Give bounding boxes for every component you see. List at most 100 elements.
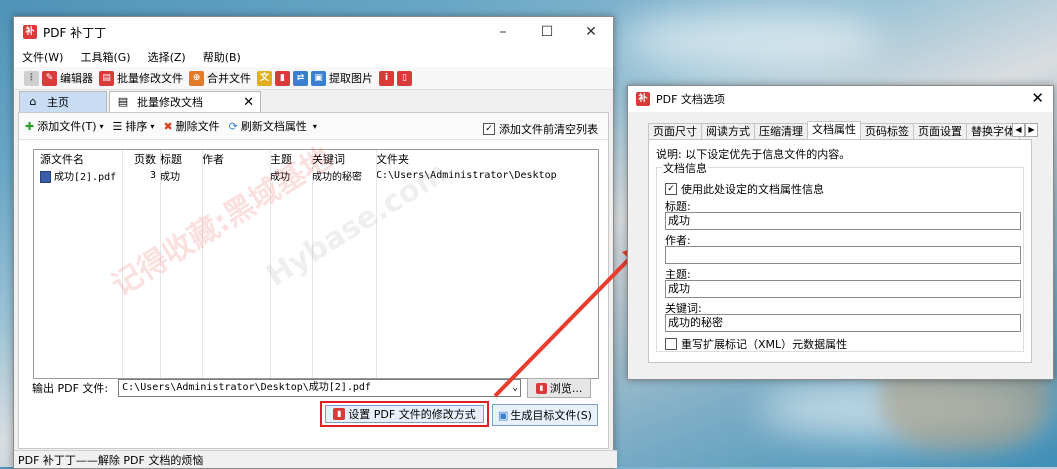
- add-file-button[interactable]: ✚ 添加文件(T) ▾: [25, 118, 104, 134]
- document-info-group: 文档信息 ✓ 使用此处设定的文档属性信息 标题: 成功 作者: 主题: 成功 关…: [656, 160, 1024, 352]
- bookmark-icon[interactable]: ▮: [275, 70, 290, 86]
- set-modify-mode-button[interactable]: ▮ 设置 PDF 文件的修改方式: [320, 401, 489, 427]
- plus-icon: ✚: [25, 119, 35, 133]
- clear-before-add-label: 添加文件前清空列表: [499, 123, 598, 136]
- options-title-bar[interactable]: 补 PDF 文档选项 ✕: [628, 86, 1053, 112]
- app-logo-icon: 补: [636, 92, 650, 106]
- extract-images-label: 提取图片: [329, 72, 373, 85]
- pdf-info-icon[interactable]: i: [379, 70, 394, 86]
- column-header-subject[interactable]: 主题: [270, 151, 312, 167]
- title-bar[interactable]: 补 PDF 补丁丁 – ☐ ✕: [14, 17, 613, 47]
- column-header-folder[interactable]: 文件夹: [376, 151, 576, 167]
- sort-button[interactable]: ☰ 排序 ▾: [113, 118, 155, 134]
- scroll-left-icon[interactable]: ◀: [1012, 123, 1025, 137]
- list-header: 源文件名 页数 标题 作者 主题 关键词 文件夹: [34, 150, 598, 167]
- refresh-properties-button[interactable]: ⟳ 刷新文档属性 ▾: [229, 118, 317, 134]
- checkbox-checked-icon[interactable]: ✓: [483, 123, 495, 135]
- tab-home-label: 主页: [47, 96, 69, 109]
- status-text: PDF 补丁丁——解除 PDF 文档的烦恼: [18, 453, 204, 467]
- options-close-button[interactable]: ✕: [1031, 89, 1044, 107]
- scroll-right-icon[interactable]: ▶: [1025, 123, 1038, 137]
- clear-before-add-option[interactable]: ✓ 添加文件前清空列表: [483, 121, 598, 137]
- status-bar: PDF 补丁丁——解除 PDF 文档的烦恼: [14, 450, 617, 468]
- column-header-title[interactable]: 标题: [160, 151, 202, 167]
- chevron-down-icon[interactable]: ⌄: [512, 380, 518, 396]
- subject-field[interactable]: 成功: [665, 280, 1021, 298]
- tab-page-labels[interactable]: 页码标签: [860, 123, 914, 139]
- title-value: 成功: [668, 214, 690, 227]
- merge-icon: ⊕: [189, 70, 204, 86]
- tab-document-properties[interactable]: 文档属性: [807, 121, 861, 139]
- pdf-split-icon[interactable]: ▯: [397, 70, 412, 86]
- tab-reading-mode[interactable]: 阅读方式: [701, 123, 755, 139]
- cell-filename-text: 成功[2].pdf: [54, 172, 117, 183]
- image-icon: ▣: [311, 70, 326, 86]
- merge-label: 合并文件: [207, 72, 251, 85]
- ocr-icon[interactable]: 文: [257, 70, 272, 86]
- tab-scroll: ◀ ▶: [1012, 123, 1038, 137]
- menu-file[interactable]: 文件(W): [22, 49, 63, 65]
- output-label: 输出 PDF 文件:: [32, 382, 109, 395]
- cell-title: 成功: [160, 172, 180, 183]
- generate-target-label: 生成目标文件(S): [510, 409, 592, 422]
- checkbox-checked-icon[interactable]: ✓: [665, 183, 677, 195]
- keywords-field[interactable]: 成功的秘密: [665, 314, 1021, 332]
- column-header-pages[interactable]: 页数: [122, 151, 160, 167]
- tab-home[interactable]: ⌂ 主页: [19, 91, 107, 112]
- tab-page-settings[interactable]: 页面设置: [913, 123, 967, 139]
- menu-bar: 文件(W) 工具箱(G) 选择(Z) 帮助(B): [14, 47, 613, 67]
- batch-modify-icon: ▤: [99, 70, 114, 86]
- pdf-icon: ▮: [535, 382, 547, 394]
- cell-subject: 成功: [270, 172, 290, 183]
- cell-filename: 成功[2].pdf: [34, 168, 122, 183]
- rewrite-xmp-option[interactable]: 重写扩展标记（XML）元数据属性: [665, 336, 847, 352]
- output-row: 输出 PDF 文件: C:\Users\Administrator\Deskto…: [32, 378, 592, 398]
- column-header-author[interactable]: 作者: [202, 151, 270, 167]
- browse-button[interactable]: ▮ 浏览...: [527, 378, 592, 398]
- column-divider: [202, 150, 203, 378]
- column-header-keywords[interactable]: 关键词: [312, 151, 376, 167]
- close-button[interactable]: ✕: [569, 17, 613, 47]
- chevron-down-icon: ▾: [99, 121, 104, 131]
- rewrite-xmp-label: 重写扩展标记（XML）元数据属性: [681, 338, 848, 351]
- menu-select[interactable]: 选择(Z): [148, 49, 186, 65]
- author-field[interactable]: [665, 246, 1021, 264]
- chevron-down-icon: ▾: [312, 121, 317, 131]
- use-settings-option[interactable]: ✓ 使用此处设定的文档属性信息: [665, 181, 824, 197]
- tab-page-size[interactable]: 页面尺寸: [648, 123, 702, 139]
- tab-batch-modify[interactable]: ▤ 批量修改文档 ✕: [109, 91, 261, 112]
- editor-button[interactable]: ✎ 编辑器: [42, 70, 93, 86]
- delete-file-label: 删除文件: [175, 120, 220, 133]
- document-properties-panel: 说明: 以下设定优先于信息文件的内容。 文档信息 ✓ 使用此处设定的文档属性信息…: [648, 139, 1032, 363]
- menu-tools[interactable]: 工具箱(G): [80, 49, 130, 65]
- refresh-label: 刷新文档属性: [240, 120, 307, 133]
- merge-button[interactable]: ⊕ 合并文件: [189, 70, 251, 86]
- generate-target-button[interactable]: ▣ 生成目标文件(S): [492, 404, 598, 426]
- file-list[interactable]: 源文件名 页数 标题 作者 主题 关键词 文件夹 成功[2].pdf 3 成功 …: [33, 149, 599, 379]
- extract-images-button[interactable]: ▣ 提取图片: [311, 70, 373, 86]
- batch-modify-button[interactable]: ▤ 批量修改文件: [99, 70, 183, 86]
- column-divider: [376, 150, 377, 378]
- browse-label: 浏览...: [549, 382, 583, 395]
- convert-icon[interactable]: ⇄: [293, 70, 308, 86]
- cell-keywords: 成功的秘密: [312, 172, 362, 183]
- tab-close-icon[interactable]: ✕: [243, 95, 254, 110]
- table-row[interactable]: 成功[2].pdf 3 成功 成功 成功的秘密 C:\Users\Adminis…: [34, 167, 598, 184]
- title-field[interactable]: 成功: [665, 212, 1021, 230]
- set-modify-mode-label: 设置 PDF 文件的修改方式: [348, 408, 476, 421]
- minimize-button[interactable]: –: [481, 17, 525, 47]
- checkbox-unchecked-icon[interactable]: [665, 338, 677, 350]
- set-modify-mode-inner: ▮ 设置 PDF 文件的修改方式: [325, 405, 484, 423]
- column-divider: [312, 150, 313, 378]
- tab-compress-clean[interactable]: 压缩清理: [754, 123, 808, 139]
- sort-icon: ☰: [112, 119, 123, 133]
- column-header-filename[interactable]: 源文件名: [34, 151, 122, 167]
- maximize-button[interactable]: ☐: [525, 17, 569, 47]
- pdf-file-icon: [40, 171, 51, 183]
- menu-help[interactable]: 帮助(B): [203, 49, 241, 65]
- toolbar: ⋮ ✎ 编辑器 ▤ 批量修改文件 ⊕ 合并文件 文 ▮ ⇄ ▣ 提取图片 i ▯: [14, 67, 613, 90]
- tab-batch-label: 批量修改文档: [137, 96, 203, 109]
- delete-file-button[interactable]: ✖ 删除文件: [163, 118, 219, 134]
- subject-value: 成功: [668, 282, 690, 295]
- output-path-input[interactable]: C:\Users\Administrator\Desktop\成功[2].pdf…: [118, 379, 522, 397]
